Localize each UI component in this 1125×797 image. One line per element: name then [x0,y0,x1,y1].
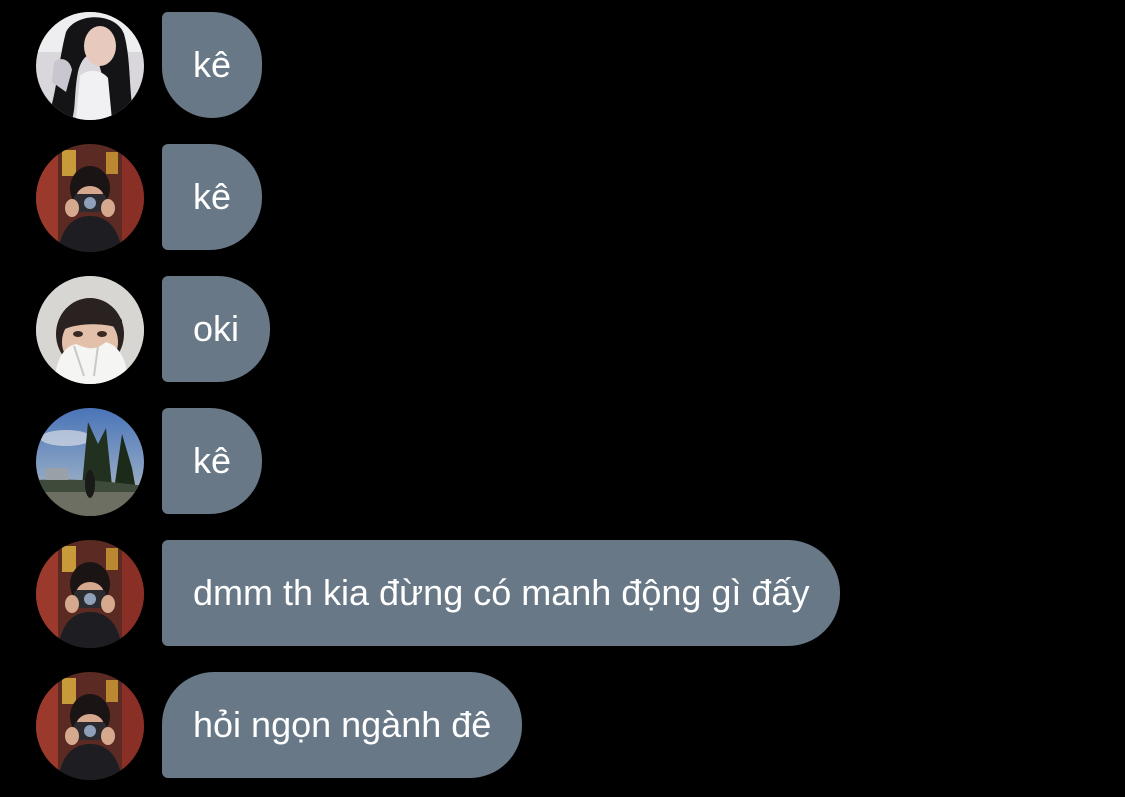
avatar[interactable] [36,408,144,516]
avatar-camera-selfie-icon [36,672,144,780]
avatar[interactable] [36,12,144,120]
message-bubble[interactable]: kê [162,408,263,514]
avatar-trees-sky-icon [36,408,144,516]
avatar-camera-selfie-icon [36,540,144,648]
message-bubble[interactable]: kê [162,12,263,118]
message-bubble[interactable]: dmm th kia đừng có manh động gì đấy [162,540,841,646]
avatar-camera-selfie-icon [36,144,144,252]
avatar[interactable] [36,672,144,780]
message-bubble[interactable]: oki [162,276,271,382]
avatar-girl-long-hair-icon [36,12,144,120]
chat-thread: kê kê oki kê dmm th kia đừng có manh độn… [0,0,1125,797]
message-bubble[interactable]: hỏi ngọn ngành đê [162,672,523,778]
avatar[interactable] [36,540,144,648]
avatar[interactable] [36,144,144,252]
avatar-hooded-face-icon [36,276,144,384]
avatar[interactable] [36,276,144,384]
message-bubble[interactable]: kê [162,144,263,250]
